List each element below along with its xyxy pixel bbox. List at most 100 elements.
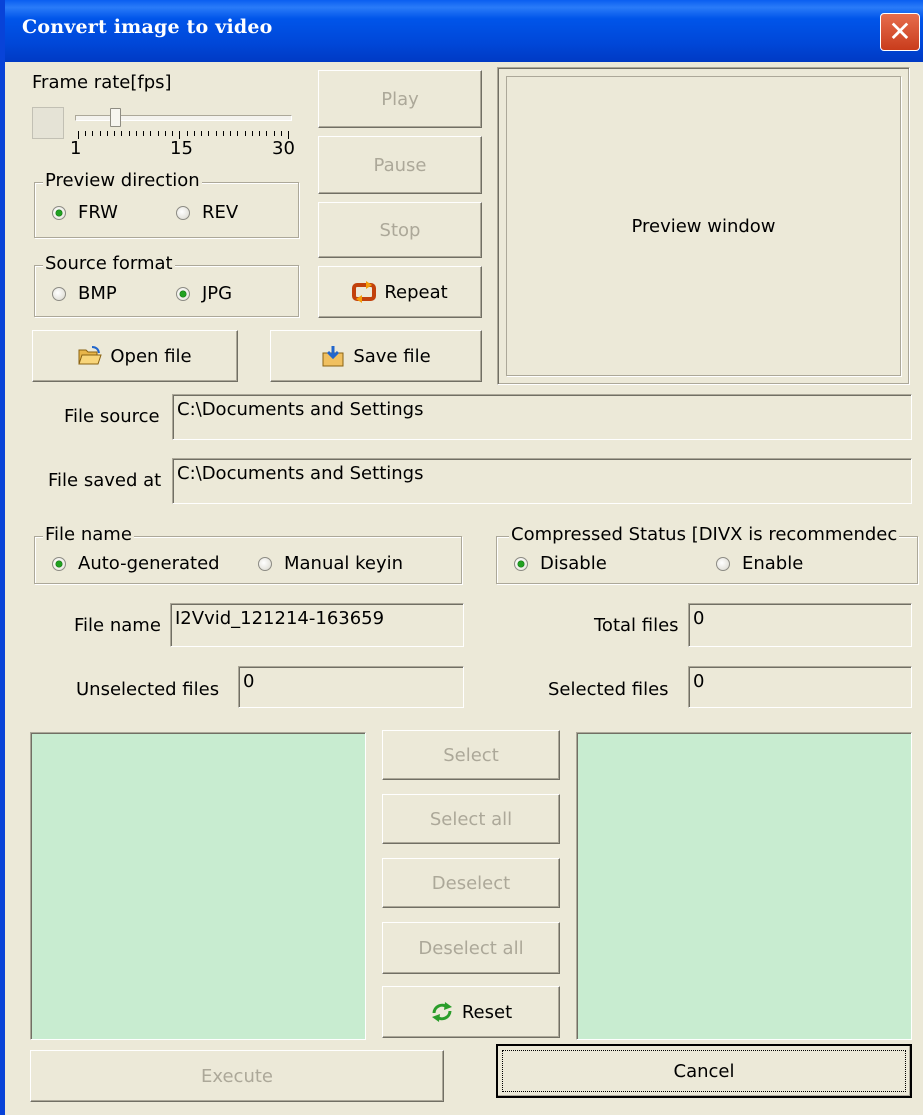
framerate-tick-mark [187, 131, 188, 136]
framerate-tick-mark [100, 131, 101, 136]
deselect-button[interactable]: Deselect [382, 858, 560, 908]
radio-bmp-dot [52, 286, 66, 301]
framerate-tick-mark [121, 131, 122, 136]
window-title: Convert image to video [22, 16, 273, 38]
selected-files-label: Selected files [548, 679, 669, 700]
framerate-tick-mark [92, 131, 93, 136]
stop-button[interactable]: Stop [318, 202, 482, 258]
framerate-tick-mark [201, 131, 202, 136]
cancel-focus-rect [502, 1050, 906, 1092]
total-files-field[interactable]: 0 [688, 603, 912, 647]
pause-button[interactable]: Pause [318, 136, 482, 194]
framerate-tick-mark [172, 131, 173, 136]
radio-jpg[interactable]: JPG [176, 283, 232, 304]
selected-files-field[interactable]: 0 [688, 666, 912, 708]
close-button[interactable]: ✕ [880, 13, 920, 51]
framerate-tick-mark [129, 131, 130, 136]
framerate-tick-mid: 15 [170, 138, 193, 159]
framerate-tick-mark [150, 131, 151, 136]
selected-files-list[interactable] [576, 732, 912, 1040]
radio-frw-label: FRW [78, 202, 118, 223]
framerate-tick-mark [230, 131, 231, 136]
framerate-tick-min: 1 [70, 138, 82, 159]
radio-disable[interactable]: Disable [514, 553, 607, 574]
radio-jpg-dot [176, 286, 190, 301]
unselected-files-list[interactable] [30, 732, 366, 1040]
framerate-tick-mark [266, 131, 267, 136]
radio-rev-label: REV [202, 202, 239, 223]
select-all-button[interactable]: Select all [382, 794, 560, 844]
reset-arrows-icon [430, 1001, 454, 1023]
reset-label: Reset [461, 1001, 513, 1023]
file-source-label: File source [64, 406, 160, 427]
execute-button[interactable]: Execute [30, 1050, 444, 1102]
radio-enable[interactable]: Enable [716, 553, 803, 574]
title-bar[interactable]: Convert image to video ✕ [0, 0, 923, 62]
deselect-all-button[interactable]: Deselect all [382, 922, 560, 974]
framerate-tick-mark [274, 131, 275, 136]
close-icon: ✕ [888, 15, 912, 48]
radio-enable-dot [716, 556, 730, 571]
framerate-tick-mark [194, 131, 195, 136]
framerate-tick-mark [245, 131, 246, 136]
framerate-tick-mark [143, 131, 144, 136]
radio-rev[interactable]: REV [176, 202, 238, 223]
framerate-tick-mark [252, 131, 253, 136]
preview-direction-label: Preview direction [43, 170, 202, 191]
radio-disable-label: Disable [540, 553, 607, 574]
repeat-label: Repeat [384, 281, 448, 303]
framerate-tick-mark [114, 131, 115, 136]
source-format-label: Source format [43, 253, 175, 274]
file-name-mode-label: File name [43, 524, 134, 545]
framerate-tick-max: 30 [272, 138, 295, 159]
framerate-slider-track[interactable] [75, 115, 292, 121]
unselected-files-label: Unselected files [76, 679, 220, 700]
radio-bmp-label: BMP [78, 283, 117, 304]
file-source-field[interactable]: C:\Documents and Settings [172, 394, 912, 440]
cancel-button[interactable]: Cancel [496, 1044, 912, 1098]
radio-manual-keyin-label: Manual keyin [284, 553, 404, 574]
unselected-files-field[interactable]: 0 [238, 666, 464, 708]
radio-enable-label: Enable [742, 553, 804, 574]
framerate-slider-thumb[interactable] [110, 108, 121, 127]
open-folder-icon [78, 345, 103, 367]
radio-manual-keyin-dot [258, 556, 272, 571]
radio-auto-generated-label: Auto-generated [78, 553, 220, 574]
repeat-button[interactable]: Repeat [318, 266, 482, 318]
radio-frw-dot [52, 205, 66, 220]
save-file-icon [321, 345, 345, 367]
preview-window-label: Preview window [631, 215, 776, 237]
framerate-tick-mark [208, 131, 209, 136]
framerate-tick-mark [281, 131, 282, 136]
file-saved-at-field[interactable]: C:\Documents and Settings [172, 458, 912, 504]
radio-frw[interactable]: FRW [52, 202, 118, 223]
preview-window: Preview window [497, 67, 910, 385]
framerate-tick-mark [216, 131, 217, 136]
framerate-tick-mark [136, 131, 137, 136]
open-file-button[interactable]: Open file [32, 330, 238, 382]
select-button[interactable]: Select [382, 730, 560, 780]
framerate-tick-mark [85, 131, 86, 136]
file-saved-at-label: File saved at [48, 470, 162, 491]
repeat-icon [352, 281, 377, 303]
framerate-tick-mark [107, 131, 108, 136]
file-name-field[interactable]: I2Vvid_121214-163659 [170, 603, 464, 647]
dialog-window: Convert image to video ✕ Frame rate[fps]… [0, 0, 923, 1115]
file-name-label: File name [74, 615, 161, 636]
compressed-status-label: Compressed Status [DIVX is recommendec [509, 524, 900, 545]
radio-jpg-label: JPG [202, 283, 233, 304]
reset-button[interactable]: Reset [382, 986, 560, 1038]
radio-bmp[interactable]: BMP [52, 283, 117, 304]
framerate-tick-mark [237, 131, 238, 136]
save-file-button[interactable]: Save file [270, 330, 482, 382]
open-file-label: Open file [110, 345, 192, 367]
radio-manual-keyin[interactable]: Manual keyin [258, 553, 403, 574]
framerate-label: Frame rate[fps] [32, 72, 172, 93]
radio-auto-generated-dot [52, 556, 66, 571]
radio-auto-generated[interactable]: Auto-generated [52, 553, 220, 574]
radio-rev-dot [176, 205, 190, 220]
framerate-value-box [32, 107, 64, 139]
play-button[interactable]: Play [318, 70, 482, 128]
window-frame-left [0, 0, 5, 1115]
framerate-tick-mark [223, 131, 224, 136]
